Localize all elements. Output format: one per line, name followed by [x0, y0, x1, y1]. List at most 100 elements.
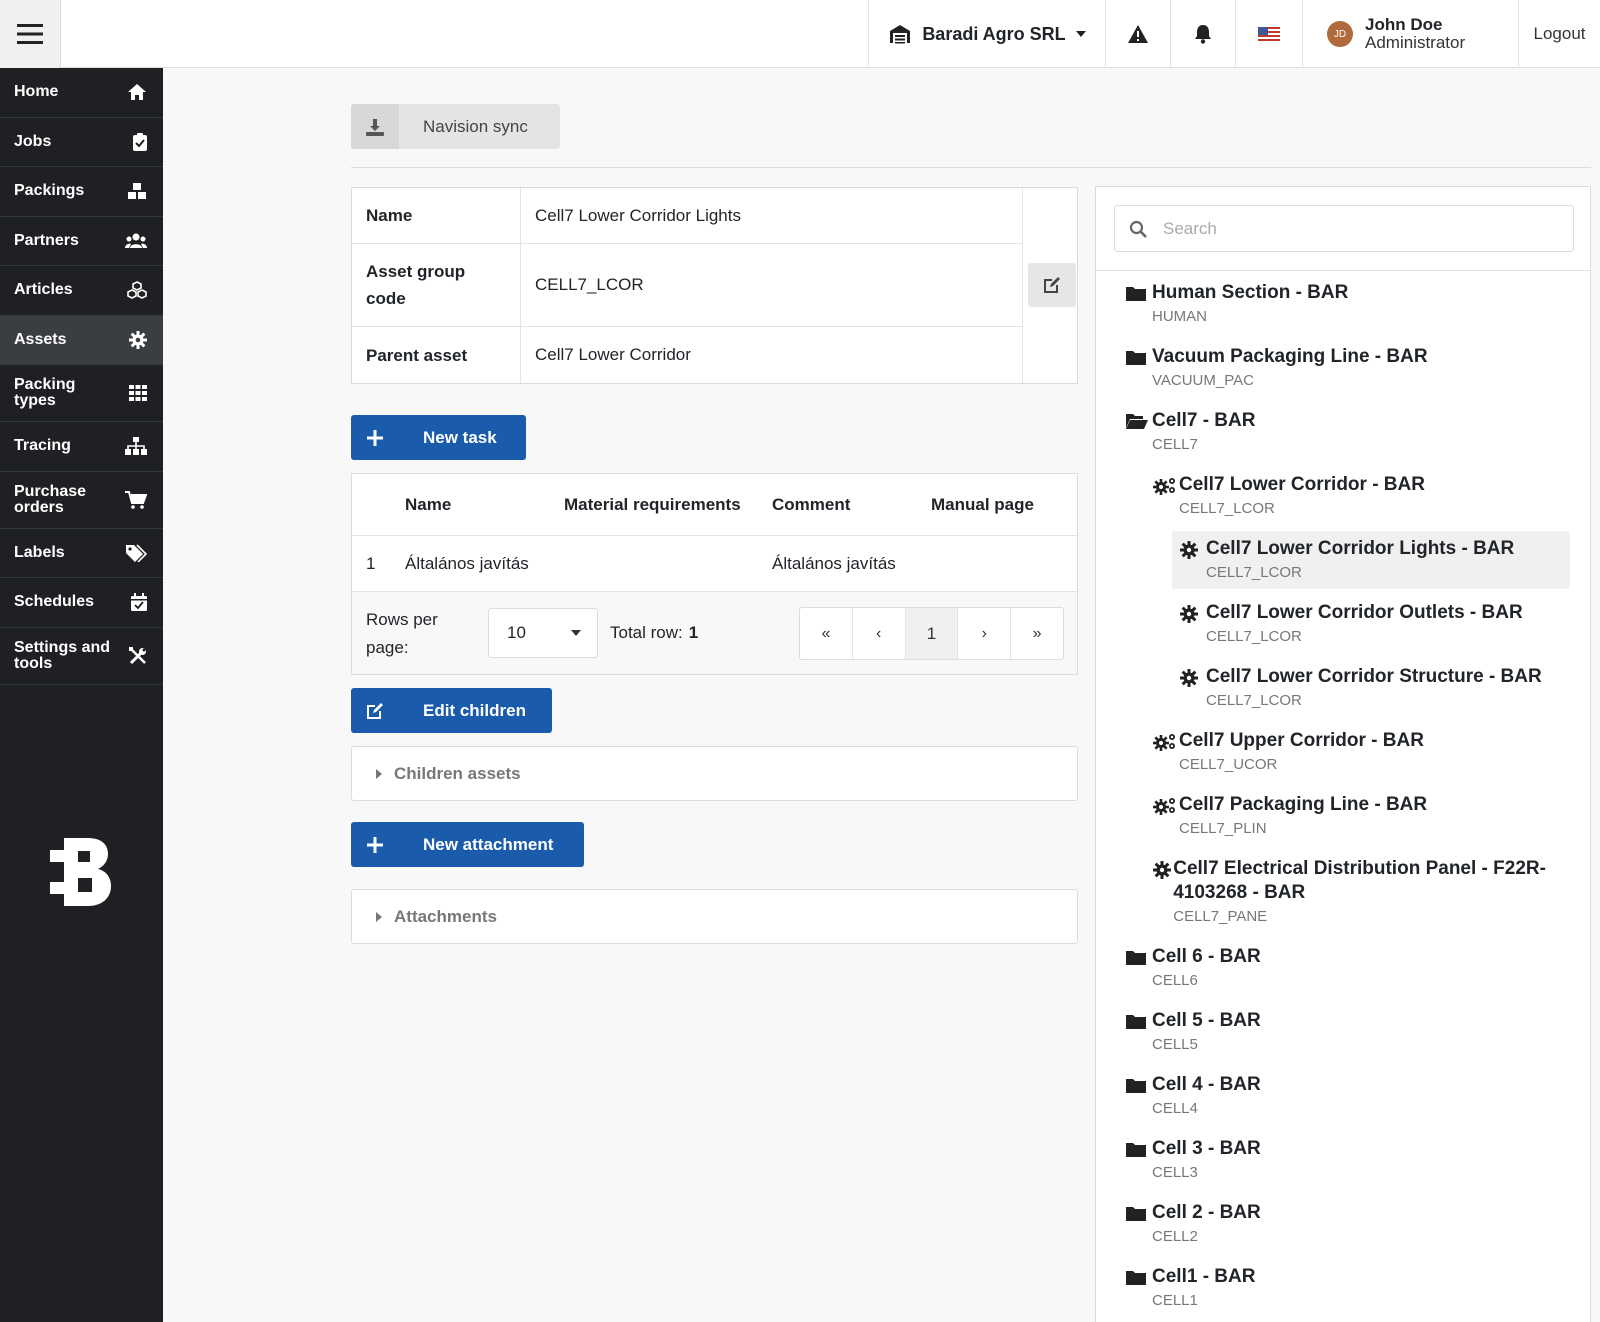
logout-button[interactable]: Logout — [1518, 0, 1600, 68]
tree-node[interactable]: Cell7 - BAR CELL7 — [1126, 409, 1566, 453]
tree-node[interactable]: Cell 6 - BAR CELL6 — [1126, 945, 1566, 989]
tree-node[interactable]: Cell 4 - BAR CELL4 — [1126, 1073, 1566, 1117]
last-page-button[interactable]: » — [1011, 608, 1063, 659]
navision-sync-button[interactable]: Navision sync — [351, 104, 560, 149]
sidebar-item-schedules[interactable]: Schedules — [0, 578, 163, 628]
folder-icon — [1126, 1137, 1152, 1181]
column-header-manual-page[interactable]: Manual page — [931, 474, 1034, 535]
sidebar-item-label: Home — [14, 83, 59, 101]
user-menu[interactable]: JD John Doe Administrator — [1302, 0, 1518, 68]
sidebar-item-purchase-orders[interactable]: Purchase orders — [0, 472, 163, 529]
tree-node-name: Cell7 Lower Corridor - BAR — [1179, 474, 1425, 495]
search-icon — [1129, 220, 1147, 238]
menu-toggle-button[interactable] — [0, 0, 61, 68]
tree-node[interactable]: Cell7 Lower Corridor - BAR CELL7_LCOR — [1153, 473, 1566, 517]
new-attachment-button[interactable]: New attachment — [351, 822, 584, 867]
language-selector[interactable] — [1235, 0, 1302, 68]
name-label: Name — [352, 188, 521, 243]
new-attachment-label: New attachment — [423, 834, 554, 854]
tree-node[interactable]: Cell1 - BAR CELL1 — [1126, 1265, 1566, 1309]
navision-sync-label: Navision sync — [423, 116, 528, 136]
children-assets-toggle[interactable]: Children assets — [351, 746, 1078, 801]
tree-node[interactable]: Vacuum Packaging Line - BAR VACUUM_PAC — [1126, 345, 1566, 389]
column-header-material[interactable]: Material requirements — [564, 474, 741, 535]
current-page-button[interactable]: 1 — [905, 608, 959, 659]
folder-icon — [1126, 345, 1152, 389]
asset-tree-panel: Human Section - BAR HUMAN Vacuum Packaging… — [1095, 186, 1591, 1322]
sidebar-item-jobs[interactable]: Jobs — [0, 118, 163, 167]
column-header-comment[interactable]: Comment — [772, 474, 850, 535]
sidebar-item-tracing[interactable]: Tracing — [0, 422, 163, 472]
tree-node[interactable]: Cell 2 - BAR CELL2 — [1126, 1201, 1566, 1245]
row-index: 1 — [366, 553, 376, 573]
tree-node[interactable]: Cell7 Lower Corridor Lights - BAR CELL7_L… — [1172, 531, 1570, 589]
sidebar-item-assets[interactable]: Assets — [0, 315, 163, 365]
clipboard-icon — [133, 132, 147, 151]
boxes-icon — [128, 183, 146, 200]
tree-node-name: Cell7 Lower Corridor Structure - BAR — [1206, 666, 1542, 687]
search-input[interactable] — [1161, 217, 1541, 240]
company-name: Baradi Agro SRL — [922, 23, 1066, 44]
rows-per-page-select[interactable]: 10 — [488, 608, 598, 658]
tree-node-name: Vacuum Packaging Line - BAR — [1152, 346, 1428, 367]
name-value: Cell7 Lower Corridor Lights — [535, 205, 741, 225]
tree-node[interactable]: Cell 5 - BAR CELL5 — [1126, 1009, 1566, 1053]
first-page-button[interactable]: « — [800, 608, 853, 659]
edit-children-button[interactable]: Edit children — [351, 688, 552, 733]
tree-node-code: CELL7_LCOR — [1206, 564, 1302, 581]
sidebar-item-home[interactable]: Home — [0, 68, 163, 118]
alerts-button[interactable] — [1105, 0, 1170, 68]
asset-group-code-value: CELL7_LCOR — [535, 275, 644, 294]
tree-node-name: Cell7 Upper Corridor - BAR — [1179, 730, 1424, 751]
calendar-icon — [131, 593, 147, 612]
tree-node-code: CELL6 — [1152, 972, 1198, 989]
sidebar-item-articles[interactable]: Articles — [0, 266, 163, 316]
sidebar-item-label: Assets — [14, 330, 67, 348]
next-page-button[interactable]: › — [958, 608, 1012, 659]
asset-group-code-label: Asset group code — [352, 244, 521, 326]
gear-icon — [1180, 601, 1206, 645]
sidebar: Home Jobs Packings Partners Articles Ass… — [0, 68, 163, 1322]
tree-node[interactable]: Cell7 Lower Corridor Structure - BAR CELL… — [1180, 665, 1566, 709]
tree-node-code: VACUUM_PAC — [1152, 372, 1254, 389]
attachments-label: Attachments — [394, 906, 497, 926]
sidebar-item-labels[interactable]: Labels — [0, 529, 163, 578]
sidebar-item-label: Packing types — [14, 376, 76, 409]
tree-node-code: CELL7_UCOR — [1179, 756, 1278, 773]
children-assets-label: Children assets — [394, 763, 521, 783]
folder-icon — [1126, 1009, 1152, 1053]
sidebar-item-partners[interactable]: Partners — [0, 217, 163, 266]
previous-page-button[interactable]: ‹ — [853, 608, 906, 659]
folder-icon — [1126, 1201, 1152, 1245]
pagination: « ‹ 1 › » — [799, 607, 1064, 660]
company-selector[interactable]: Baradi Agro SRL — [868, 0, 1105, 68]
sidebar-item-packing-types[interactable]: Packing types — [0, 365, 163, 422]
caret-right-icon — [376, 911, 382, 922]
folder-icon — [1126, 945, 1152, 989]
tree-node-code: CELL5 — [1152, 1036, 1198, 1053]
tree-node[interactable]: Cell7 Upper Corridor - BAR CELL7_UCOR — [1153, 729, 1566, 773]
info-row-code: Asset group code CELL7_LCOR — [352, 244, 1022, 327]
sidebar-item-packings[interactable]: Packings — [0, 167, 163, 217]
tree-node[interactable]: Cell 3 - BAR CELL3 — [1126, 1137, 1566, 1181]
tree-node-name: Human Section - BAR — [1152, 282, 1349, 303]
tree-node[interactable]: Human Section - BAR HUMAN — [1126, 281, 1566, 325]
tree-search[interactable] — [1114, 205, 1574, 252]
tree-node[interactable]: Cell7 Lower Corridor Outlets - BAR CELL7_… — [1180, 601, 1566, 645]
new-task-label: New task — [423, 427, 497, 447]
sidebar-item-label: Purchase orders — [14, 482, 87, 516]
new-task-button[interactable]: New task — [351, 415, 526, 460]
tree-node[interactable]: Cell7 Packaging Line - BAR CELL7_PLIN — [1153, 793, 1566, 837]
tree-node-name: Cell 3 - BAR — [1152, 1138, 1261, 1159]
plus-icon — [367, 836, 383, 853]
parent-asset-value: Cell7 Lower Corridor — [535, 345, 691, 364]
notifications-button[interactable] — [1170, 0, 1235, 68]
edit-asset-button[interactable] — [1028, 263, 1076, 307]
table-footer: Rows per page: 10 Total row: 1 « ‹ 1 › » — [352, 591, 1077, 674]
sidebar-item-settings-and-tools[interactable]: Settings and tools — [0, 628, 163, 685]
tree-node-code: CELL1 — [1152, 1292, 1198, 1309]
tree-node[interactable]: Cell7 Electrical Distribution Panel - F2… — [1153, 857, 1566, 925]
sidebar-item-label: Jobs — [14, 132, 52, 150]
column-header-name[interactable]: Name — [405, 474, 451, 535]
attachments-toggle[interactable]: Attachments — [351, 889, 1078, 944]
